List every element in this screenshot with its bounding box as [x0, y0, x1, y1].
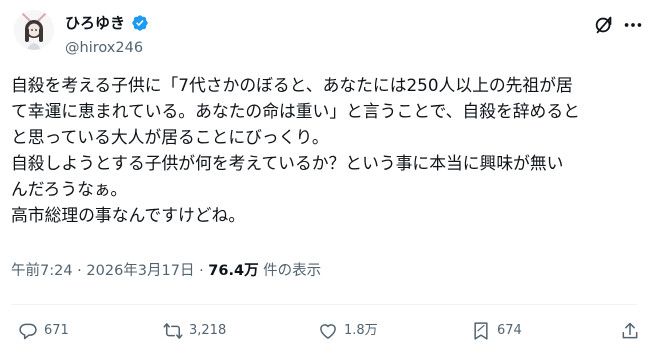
author-name[interactable]: ひろゆき	[65, 13, 125, 33]
view-label: 件の表示	[258, 263, 322, 279]
post-meta: 午前7:24 · 2026年3月17日 · 76.4万 件の表示	[11, 261, 321, 281]
avatar-illustration-icon	[14, 10, 54, 50]
author-handle[interactable]: @hirox246	[65, 38, 143, 58]
avatar[interactable]	[14, 10, 54, 50]
divider	[11, 304, 637, 305]
reply-count: 671	[44, 323, 69, 338]
post-text-line: と思っている大人が居ることにびっくり。	[11, 127, 329, 147]
view-count: 76.4万	[208, 263, 259, 279]
bookmark-count: 674	[497, 323, 522, 338]
like-count: 1.8万	[344, 323, 378, 338]
post-date[interactable]: 2026年3月17日	[86, 263, 194, 279]
post-text-line: 自殺しようとする子供が何を考えているか？という事に本当に興味が無い	[11, 153, 564, 173]
like-button[interactable]: 1.8万	[318, 320, 378, 342]
verified-badge-icon[interactable]	[131, 14, 149, 32]
post-time[interactable]: 午前7:24	[11, 263, 73, 279]
bookmark-button[interactable]: 674	[471, 320, 522, 342]
meta-separator: ·	[194, 263, 209, 279]
bookmark-icon	[474, 322, 488, 340]
share-button[interactable]	[620, 320, 640, 342]
share-icon	[622, 322, 638, 339]
post-text-line: んだろうなぁ。	[11, 179, 128, 199]
post-text-line: て幸運に恵まれている。あなたの命は重い」と言うことで、自殺を辞めると	[11, 101, 580, 121]
repost-count: 3,218	[189, 323, 227, 338]
reply-icon	[19, 323, 37, 340]
more-icon[interactable]	[622, 14, 644, 36]
post-container: ひろゆき @hirox246 自殺を考える子供に「7代さかのぼると、あなたには2…	[0, 0, 648, 347]
post-text-line: 自殺を考える子供に「7代さかのぼると、あなたには250人以上の先祖が居	[11, 75, 573, 95]
grok-icon[interactable]	[593, 14, 615, 36]
post-text-line: 高市総理の事なんですけどね。	[11, 205, 246, 225]
meta-separator: ·	[72, 263, 87, 279]
reply-button[interactable]: 671	[18, 320, 69, 342]
heart-icon	[320, 324, 336, 339]
repost-button[interactable]: 3,218	[163, 320, 226, 342]
post-text: 自殺を考える子供に「7代さかのぼると、あなたには250人以上の先祖が居 て幸運に…	[11, 72, 641, 228]
repost-icon	[163, 323, 183, 339]
